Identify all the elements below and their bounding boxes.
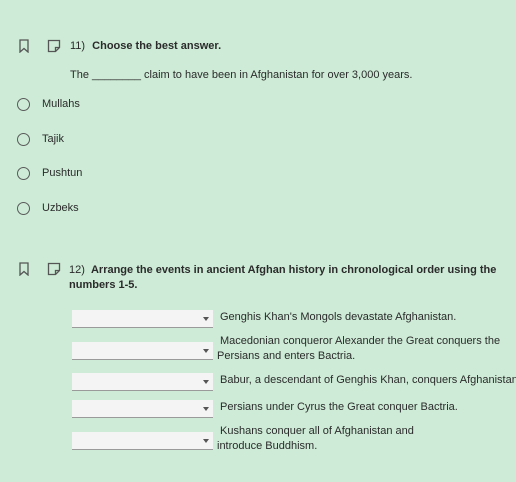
option-label: Pushtun bbox=[42, 167, 83, 179]
order-dropdown[interactable] bbox=[72, 432, 213, 450]
order-dropdown[interactable] bbox=[72, 373, 213, 391]
event-text: Babur, a descendant of Genghis Khan, con… bbox=[220, 374, 516, 386]
option-uzbeks[interactable]: Uzbeks bbox=[17, 200, 79, 216]
event-text: Macedonian conqueror Alexander the Great… bbox=[217, 335, 501, 362]
question-prompt: Choose the best answer. bbox=[92, 40, 222, 52]
option-pushtun[interactable]: Pushtun bbox=[17, 165, 82, 181]
radio-button[interactable] bbox=[17, 166, 30, 180]
question-12-header: 12) Arrange the events in ancient Afghan… bbox=[69, 263, 509, 293]
radio-button[interactable] bbox=[17, 132, 30, 146]
question-11-header: 11) Choose the best answer. bbox=[70, 40, 221, 52]
question-number: 11) bbox=[70, 40, 86, 52]
bookmark-icon[interactable] bbox=[19, 39, 29, 53]
option-label: Tajik bbox=[42, 133, 65, 145]
event-text: Kushans conquer all of Afghanistan and i… bbox=[217, 425, 414, 452]
bookmark-icon[interactable] bbox=[19, 262, 29, 276]
radio-button[interactable] bbox=[17, 97, 30, 111]
event-text: Genghis Khan's Mongols devastate Afghani… bbox=[220, 311, 457, 323]
order-dropdown[interactable] bbox=[72, 400, 213, 418]
event-text: Persians under Cyrus the Great conquer B… bbox=[220, 401, 458, 413]
note-icon[interactable] bbox=[47, 262, 61, 276]
option-label: Uzbeks bbox=[42, 202, 79, 214]
question-prompt: Arrange the events in ancient Afghan his… bbox=[69, 264, 497, 291]
chevron-down-icon bbox=[203, 439, 209, 443]
option-label: Mullahs bbox=[42, 98, 80, 110]
option-tajik[interactable]: Tajik bbox=[17, 131, 64, 147]
order-dropdown[interactable] bbox=[72, 342, 213, 360]
question-stem: The ________ claim to have been in Afgha… bbox=[70, 69, 413, 81]
chevron-down-icon bbox=[203, 380, 209, 384]
radio-button[interactable] bbox=[17, 201, 30, 215]
note-icon[interactable] bbox=[47, 39, 61, 53]
order-dropdown[interactable] bbox=[72, 310, 213, 328]
option-mullahs[interactable]: Mullahs bbox=[17, 96, 80, 112]
chevron-down-icon bbox=[203, 407, 209, 411]
chevron-down-icon bbox=[203, 349, 209, 353]
chevron-down-icon bbox=[203, 317, 209, 321]
question-number: 12) bbox=[69, 264, 85, 276]
